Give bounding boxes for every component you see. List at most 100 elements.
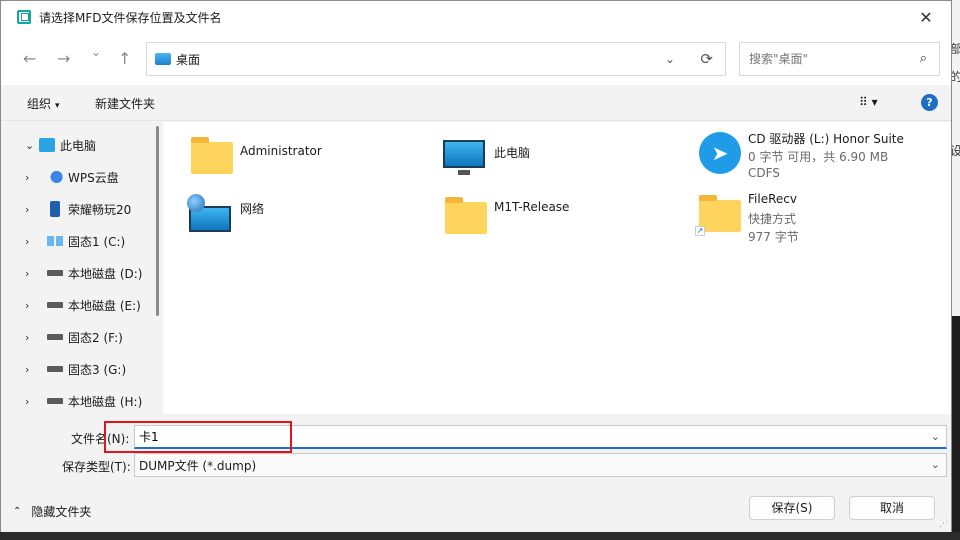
chevron-right-icon[interactable]: ›	[25, 395, 29, 408]
phone-icon	[50, 201, 60, 217]
drive-icon	[47, 366, 63, 372]
sidebar-item-label: 固态3 (G:)	[68, 362, 127, 377]
chevron-right-icon[interactable]: ›	[25, 171, 29, 184]
resize-grip-icon[interactable]: ⋰	[939, 519, 948, 529]
sidebar-item-label: 此电脑	[60, 138, 97, 153]
chevron-right-icon[interactable]: ›	[25, 267, 29, 280]
drive-icon	[47, 398, 63, 404]
sidebar-item-drive-d[interactable]: › 本地磁盘 (D:)	[1, 257, 156, 289]
file-name: Administrator	[240, 144, 322, 158]
drive-icon	[47, 270, 63, 276]
sidebar-item-label: 固态2 (F:)	[68, 330, 123, 345]
app-icon	[17, 10, 31, 24]
network-icon	[187, 194, 233, 236]
cd-drive-icon: ➤	[695, 130, 741, 174]
file-name: M1T-Release	[494, 200, 570, 214]
save-file-dialog: 请选择MFD文件保存位置及文件名 ✕ ← → ⌄ ↑ 桌面 ⌄ ⟳ ⌕ 组织▾ …	[0, 0, 952, 532]
sidebar-scrollbar[interactable]	[156, 126, 159, 316]
sidebar-item-label: WPS云盘	[68, 170, 119, 185]
search-icon[interactable]: ⌕	[920, 51, 927, 66]
file-name: 此电脑	[494, 146, 531, 160]
shortcut-arrow-icon: ↗	[695, 226, 705, 236]
file-item-filerecv[interactable]: ↗ FileRecv 快捷方式 977 字节	[695, 192, 945, 248]
view-options-button[interactable]: ⠿ ▾	[859, 95, 878, 109]
sidebar-item-this-pc[interactable]: ⌄ 此电脑	[1, 129, 156, 161]
search-input[interactable]	[749, 52, 899, 66]
sidebar-item-label: 荣耀畅玩20	[68, 202, 132, 217]
drive-icon	[47, 302, 63, 308]
sidebar-item-label: 本地磁盘 (D:)	[68, 266, 143, 281]
sidebar-item-label: 本地磁盘 (E:)	[68, 298, 141, 313]
new-folder-button[interactable]: 新建文件夹	[95, 95, 155, 112]
filetype-label: 保存类型(T):	[62, 460, 131, 474]
up-button[interactable]: ↑	[118, 49, 131, 68]
file-detail: CDFS	[748, 166, 780, 180]
file-item-administrator[interactable]: Administrator	[187, 134, 427, 190]
recent-locations-button[interactable]: ⌄	[91, 45, 101, 59]
refresh-icon[interactable]: ⟳	[700, 50, 713, 68]
file-item-network[interactable]: 网络	[187, 194, 427, 250]
title-bar: 请选择MFD文件保存位置及文件名 ✕	[1, 1, 951, 33]
address-text: 桌面	[176, 52, 201, 67]
search-box[interactable]: ⌕	[739, 42, 940, 76]
file-list: Administrator 此电脑 ➤ CD 驱动器 (L:) Honor Su…	[163, 122, 951, 414]
chevron-right-icon[interactable]: ›	[25, 299, 29, 312]
folder-icon	[441, 194, 487, 236]
folder-shortcut-icon: ↗	[695, 192, 741, 236]
cloud-icon	[47, 170, 63, 184]
chevron-down-icon[interactable]: ⌄	[931, 458, 940, 471]
computer-icon	[39, 138, 55, 152]
chevron-down-icon[interactable]: ⌄	[25, 139, 34, 152]
sidebar-item-drive-f[interactable]: › 固态2 (F:)	[1, 321, 156, 353]
window-title: 请选择MFD文件保存位置及文件名	[39, 10, 222, 25]
file-detail: 0 字节 可用，共 6.90 MB	[748, 150, 889, 164]
caret-down-icon: ▾	[55, 101, 60, 111]
hide-folders-toggle[interactable]: ⌃ 隐藏文件夹	[13, 503, 91, 520]
chevron-right-icon[interactable]: ›	[25, 203, 29, 216]
chevron-right-icon[interactable]: ›	[25, 331, 29, 344]
annotation-highlight-box	[104, 421, 292, 453]
file-name: FileRecv	[748, 192, 797, 206]
save-button[interactable]: 保存(S)	[749, 496, 835, 520]
address-bar[interactable]: 桌面 ⌄ ⟳	[146, 42, 726, 76]
save-panel: 文件名(N): ⌄ 保存类型(T): DUMP文件 (*.dump) ⌄ ⌃ 隐…	[1, 414, 951, 532]
sidebar-item-wps-cloud[interactable]: › WPS云盘	[1, 161, 156, 193]
file-name: 网络	[240, 202, 265, 216]
hide-folders-label: 隐藏文件夹	[31, 505, 92, 519]
help-icon[interactable]: ?	[921, 94, 938, 111]
filetype-value: DUMP文件 (*.dump)	[139, 458, 257, 473]
organize-label: 组织	[27, 97, 52, 111]
sidebar-item-drive-h[interactable]: › 本地磁盘 (H:)	[1, 385, 156, 417]
close-icon: ✕	[919, 7, 933, 27]
navigation-pane: ⌄ 此电脑 › WPS云盘 › 荣耀畅玩20 › 固态1 (C:) › 本地磁盘…	[1, 122, 163, 414]
desktop-icon	[155, 53, 171, 65]
file-detail: 快捷方式	[748, 212, 797, 226]
forward-button[interactable]: →	[57, 49, 70, 68]
address-dropdown-icon[interactable]: ⌄	[665, 52, 675, 66]
cancel-button[interactable]: 取消	[849, 496, 935, 520]
close-button[interactable]: ✕	[903, 1, 949, 33]
navigation-bar: ← → ⌄ ↑ 桌面 ⌄ ⟳ ⌕	[1, 33, 951, 85]
sidebar-item-drive-e[interactable]: › 本地磁盘 (E:)	[1, 289, 156, 321]
drive-icon	[47, 334, 63, 340]
back-button[interactable]: ←	[23, 49, 36, 68]
chevron-up-icon: ⌃	[13, 506, 22, 517]
sidebar-item-drive-g[interactable]: › 固态3 (G:)	[1, 353, 156, 385]
chevron-right-icon[interactable]: ›	[25, 363, 29, 376]
filetype-select[interactable]: DUMP文件 (*.dump) ⌄	[134, 453, 947, 477]
command-bar: 组织 ▾ 新建文件夹 ⠿ ▾ ?	[1, 85, 951, 121]
sidebar-item-phone[interactable]: › 荣耀畅玩20	[1, 193, 156, 225]
sidebar-item-drive-c[interactable]: › 固态1 (C:)	[1, 225, 156, 257]
chevron-right-icon[interactable]: ›	[25, 235, 29, 248]
file-name: CD 驱动器 (L:) Honor Suite	[748, 132, 904, 146]
sidebar-item-label: 固态1 (C:)	[68, 234, 126, 249]
file-item-cd-drive[interactable]: ➤ CD 驱动器 (L:) Honor Suite 0 字节 可用，共 6.90…	[695, 130, 945, 186]
chevron-down-icon[interactable]: ⌄	[931, 430, 940, 443]
sidebar-item-label: 本地磁盘 (H:)	[68, 394, 143, 409]
monitor-icon	[441, 134, 487, 176]
file-item-this-pc[interactable]: 此电脑	[441, 134, 681, 190]
organize-menu[interactable]: 组织 ▾	[27, 95, 60, 112]
file-item-m1t-release[interactable]: M1T-Release	[441, 194, 681, 250]
folder-icon	[187, 134, 233, 176]
windows-drive-icon	[47, 236, 63, 246]
